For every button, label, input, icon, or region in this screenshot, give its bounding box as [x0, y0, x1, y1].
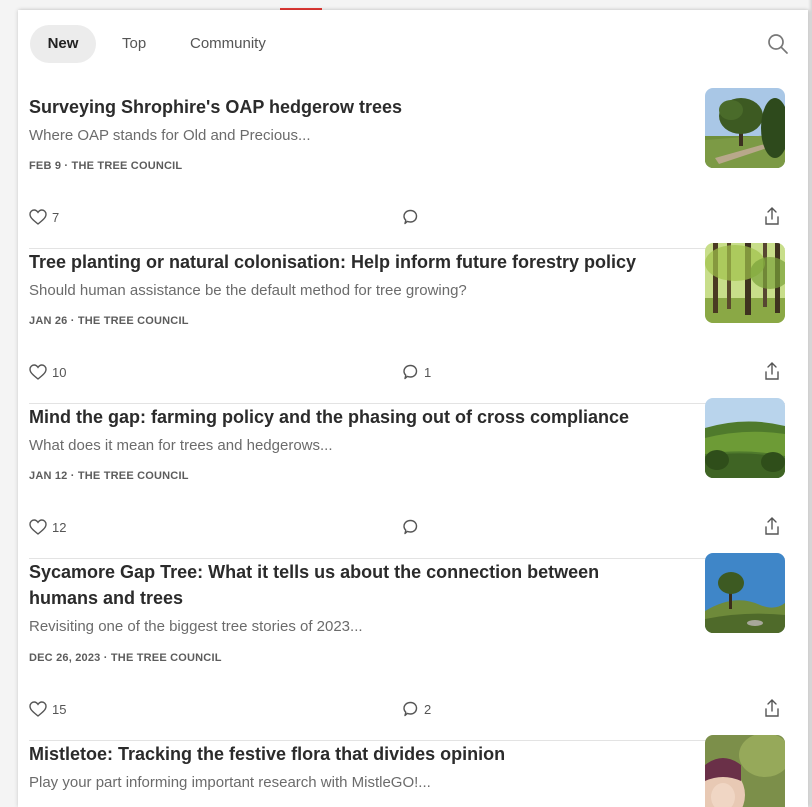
comment-count: 1: [424, 364, 432, 380]
comment-button[interactable]: 2: [401, 698, 431, 720]
post-item[interactable]: Mind the gap: farming policy and the pha…: [29, 398, 785, 559]
post-thumbnail[interactable]: [705, 735, 785, 807]
post-subtitle: Revisiting one of the biggest tree stori…: [29, 618, 363, 635]
like-count: 12: [52, 519, 67, 535]
post-actions: 7: [29, 206, 785, 228]
comment-button[interactable]: [401, 516, 424, 538]
comment-button[interactable]: 1: [401, 361, 431, 383]
comment-button[interactable]: [401, 206, 424, 228]
like-count: 15: [52, 701, 67, 717]
post-actions: 15 2: [29, 698, 785, 720]
window-edge-shadow: [808, 0, 812, 807]
tab-top[interactable]: Top: [106, 25, 162, 63]
post-item[interactable]: Surveying Shrophire's OAP hedgerow trees…: [29, 88, 785, 249]
post-subtitle: What does it mean for trees and hedgerow…: [29, 437, 333, 454]
heart-icon: [29, 701, 47, 717]
post-actions: 10 1: [29, 361, 785, 383]
post-subtitle: Where OAP stands for Old and Precious...: [29, 127, 311, 144]
post-title[interactable]: Mind the gap: farming policy and the pha…: [29, 404, 679, 430]
like-button[interactable]: 12: [29, 516, 66, 538]
post-title[interactable]: Mistletoe: Tracking the festive flora th…: [29, 741, 679, 767]
post-title[interactable]: Tree planting or natural colonisation: H…: [29, 249, 679, 275]
like-button[interactable]: 7: [29, 206, 59, 228]
post-subtitle: Play your part informing important resea…: [29, 774, 431, 791]
post-title[interactable]: Sycamore Gap Tree: What it tells us abou…: [29, 559, 639, 611]
post-item[interactable]: Sycamore Gap Tree: What it tells us abou…: [29, 553, 785, 741]
share-icon[interactable]: [763, 698, 781, 718]
heart-icon: [29, 364, 47, 380]
post-thumbnail[interactable]: [705, 398, 785, 478]
post-feed-panel: New Top Community Surveying Shrophire's …: [18, 10, 808, 807]
comment-icon: [403, 519, 418, 535]
post-meta: JAN 26 · THE TREE COUNCIL: [29, 315, 189, 327]
like-button[interactable]: 10: [29, 361, 66, 383]
like-count: 10: [52, 364, 67, 380]
comment-count: 2: [424, 701, 432, 717]
comment-icon: [403, 701, 418, 717]
comment-icon: [403, 209, 418, 225]
share-icon[interactable]: [763, 516, 781, 536]
like-button[interactable]: 15: [29, 698, 66, 720]
post-title[interactable]: Surveying Shrophire's OAP hedgerow trees: [29, 94, 679, 120]
feed-tab-bar: New Top Community: [18, 25, 808, 63]
heart-icon: [29, 519, 47, 535]
share-icon[interactable]: [763, 206, 781, 226]
share-icon[interactable]: [763, 361, 781, 381]
post-meta: FEB 9 · THE TREE COUNCIL: [29, 160, 183, 172]
tab-new[interactable]: New: [30, 25, 96, 63]
search-icon[interactable]: [766, 32, 790, 56]
post-actions: 12: [29, 516, 785, 538]
heart-icon: [29, 209, 47, 225]
post-item[interactable]: Tree planting or natural colonisation: H…: [29, 243, 785, 404]
tab-community[interactable]: Community: [174, 25, 282, 63]
comment-icon: [403, 364, 418, 380]
post-subtitle: Should human assistance be the default m…: [29, 282, 467, 299]
post-meta: JAN 12 · THE TREE COUNCIL: [29, 470, 189, 482]
post-thumbnail[interactable]: [705, 553, 785, 633]
post-thumbnail[interactable]: [705, 243, 785, 323]
post-thumbnail[interactable]: [705, 88, 785, 168]
like-count: 7: [52, 209, 60, 225]
post-item[interactable]: Mistletoe: Tracking the festive flora th…: [29, 735, 785, 807]
post-meta: DEC 26, 2023 · THE TREE COUNCIL: [29, 652, 222, 664]
